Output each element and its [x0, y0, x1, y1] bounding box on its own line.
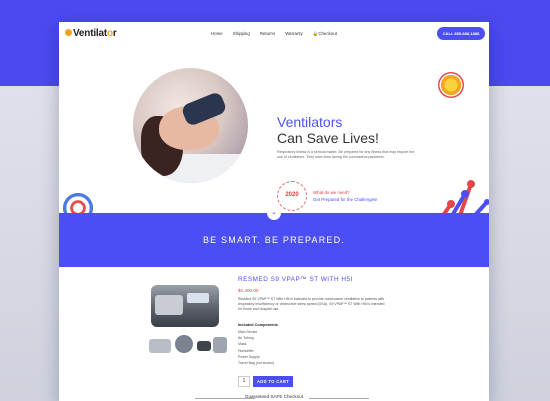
nav-shipping[interactable]: Shipping [233, 31, 250, 37]
hero-link[interactable]: Get Prepared for the Challenges! [313, 197, 377, 202]
product-image[interactable] [151, 285, 219, 327]
product-price: $2,400.00 [238, 288, 259, 293]
hero-title: Ventilators [277, 114, 343, 130]
nav-warranty[interactable]: Warranty [285, 31, 303, 37]
top-nav: Ventilator Home Shipping Returns Warrant… [59, 22, 489, 46]
product-description: ResMed S9 VPAP™ ST With H5i is intended … [238, 297, 385, 311]
product-section: RESMED S9 VPAP™ ST WITH H5I $2,400.00 Re… [59, 267, 489, 401]
slogan-text: BE SMART. BE PREPARED. [202, 235, 346, 245]
add-to-cart-button[interactable]: ADD TO CART [253, 376, 293, 387]
hero-subtitle: Can Save Lives! [277, 130, 379, 146]
list-item: Travel Bag (not shown) [238, 361, 275, 366]
product-title: RESMED S9 VPAP™ ST WITH H5I [238, 276, 353, 283]
included-components-heading: Included Components [238, 323, 278, 327]
hero-image [133, 68, 248, 183]
included-components-list: Main Device Air Tubing Mask Humidifier P… [238, 329, 274, 366]
website-screenshot: Ventilator Home Shipping Returns Warrant… [59, 22, 489, 401]
logo-dot-icon [65, 29, 72, 36]
site-logo[interactable]: Ventilator [65, 28, 117, 39]
nav-home[interactable]: Home [211, 31, 223, 37]
chevron-down-icon[interactable]: ⌄ [267, 206, 281, 220]
hero-text: Respiratory illness is a serious matter.… [277, 150, 415, 160]
safe-checkout-divider: Guaranteed SAFE Checkout [59, 394, 489, 401]
nav-links: Home Shipping Returns Warranty 🔒Checkout [211, 31, 337, 37]
virus-2020-badge: 2020 [277, 181, 307, 211]
hero-question: What do we need? [313, 190, 350, 195]
virus-illustration-icon [438, 72, 464, 98]
slogan-band: ⌄ BE SMART. BE PREPARED. [59, 206, 489, 267]
product-accessories-image [149, 333, 229, 357]
nav-checkout[interactable]: 🔒Checkout [313, 31, 337, 37]
call-button[interactable]: CALL 855-688-1888 [437, 27, 485, 40]
nav-returns[interactable]: Returns [260, 31, 275, 37]
quantity-field[interactable]: 1 [238, 376, 250, 387]
